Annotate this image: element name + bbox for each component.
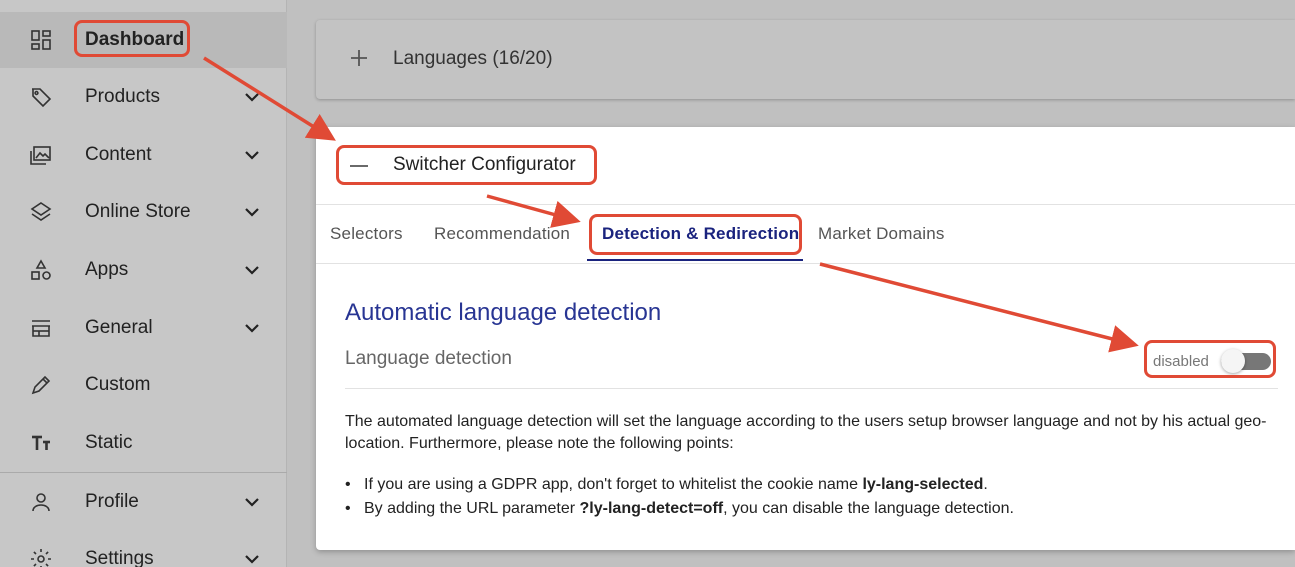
sidebar-item-label: Custom bbox=[85, 374, 151, 395]
section-title: Automatic language detection bbox=[345, 299, 662, 326]
bullet-text: By adding the URL parameter ?ly-lang-det… bbox=[364, 497, 1014, 521]
sidebar-item-static[interactable]: Static bbox=[0, 415, 287, 471]
sidebar-item-label: Settings bbox=[85, 548, 154, 567]
bullet-text: If you are using a GDPR app, don't forge… bbox=[364, 473, 988, 497]
layers-icon bbox=[28, 199, 54, 225]
tab-selectors[interactable]: Selectors bbox=[330, 224, 403, 244]
detection-notes-list: • If you are using a GDPR app, don't for… bbox=[345, 473, 1275, 521]
chevron-down-icon[interactable] bbox=[240, 200, 264, 224]
sidebar-item-products[interactable]: Products bbox=[0, 69, 287, 125]
sidebar-item-settings[interactable]: Settings bbox=[0, 531, 287, 567]
sidebar-item-label: Products bbox=[85, 86, 160, 107]
bullet-plain-text: By adding the URL parameter bbox=[364, 500, 580, 517]
active-tab-indicator bbox=[587, 259, 803, 261]
person-icon bbox=[28, 489, 54, 515]
switcher-configurator-card: Switcher Configurator Selectors Recommen… bbox=[316, 127, 1295, 550]
sidebar-item-online-store[interactable]: Online Store bbox=[0, 184, 287, 240]
text-size-icon bbox=[28, 430, 54, 456]
sidebar-item-label: Apps bbox=[85, 259, 129, 280]
detection-description: The automated language detection will se… bbox=[345, 413, 1267, 452]
sidebar-item-label: Static bbox=[85, 432, 133, 453]
sidebar-item-label: Profile bbox=[85, 491, 139, 512]
list-item: • If you are using a GDPR app, don't for… bbox=[345, 473, 1275, 497]
chevron-down-icon[interactable] bbox=[240, 490, 264, 514]
chevron-down-icon[interactable] bbox=[240, 143, 264, 167]
language-detection-label: Language detection bbox=[345, 348, 512, 369]
tab-bar: Selectors Recommendation Detection & Red… bbox=[316, 205, 1295, 263]
languages-panel-title: Languages (16/20) bbox=[393, 48, 553, 69]
tabs-divider bbox=[316, 263, 1295, 264]
plus-icon[interactable] bbox=[346, 45, 372, 71]
sidebar-item-label: Content bbox=[85, 144, 152, 165]
list-item: • By adding the URL parameter ?ly-lang-d… bbox=[345, 497, 1275, 521]
sidebar-item-label: General bbox=[85, 317, 153, 338]
bullet-plain-text: If you are using a GDPR app, don't forge… bbox=[364, 476, 863, 493]
sidebar-item-custom[interactable]: Custom bbox=[0, 357, 287, 413]
bullet-dot: • bbox=[345, 500, 351, 517]
annotation-highlight-switcher bbox=[336, 145, 597, 185]
chevron-down-icon[interactable] bbox=[240, 85, 264, 109]
sidebar-item-profile[interactable]: Profile bbox=[0, 474, 287, 530]
annotation-highlight-toggle bbox=[1144, 340, 1276, 378]
languages-panel[interactable]: Languages (16/20) bbox=[316, 20, 1295, 99]
shapes-icon bbox=[28, 257, 54, 283]
url-parameter: ?ly-lang-detect=off bbox=[579, 500, 724, 517]
tab-recommendation[interactable]: Recommendation bbox=[434, 224, 570, 244]
bullet-trailing-text: , you can disable the language detection… bbox=[723, 500, 1014, 517]
annotation-highlight-dashboard bbox=[74, 20, 190, 57]
annotation-highlight-tab bbox=[589, 214, 802, 255]
chevron-down-icon[interactable] bbox=[240, 547, 264, 567]
sidebar-item-content[interactable]: Content bbox=[0, 127, 287, 183]
bullet-trailing-text: . bbox=[983, 476, 988, 493]
tag-icon bbox=[28, 84, 54, 110]
detection-divider bbox=[345, 388, 1278, 389]
sidebar-item-general[interactable]: General bbox=[0, 300, 287, 356]
images-icon bbox=[28, 142, 54, 168]
bullet-dot: • bbox=[345, 476, 351, 493]
sidebar-item-label: Online Store bbox=[85, 201, 191, 222]
chevron-down-icon[interactable] bbox=[240, 258, 264, 282]
dashboard-icon bbox=[28, 27, 54, 53]
gear-icon bbox=[28, 546, 54, 567]
sidebar: Dashboard Products Content Online Store … bbox=[0, 0, 287, 567]
sidebar-item-apps[interactable]: Apps bbox=[0, 242, 287, 298]
chevron-down-icon[interactable] bbox=[240, 316, 264, 340]
pencil-icon bbox=[28, 372, 54, 398]
sidebar-divider bbox=[0, 472, 287, 473]
store-icon bbox=[28, 315, 54, 341]
tab-market-domains[interactable]: Market Domains bbox=[818, 224, 945, 244]
cookie-name: ly-lang-selected bbox=[862, 476, 984, 493]
